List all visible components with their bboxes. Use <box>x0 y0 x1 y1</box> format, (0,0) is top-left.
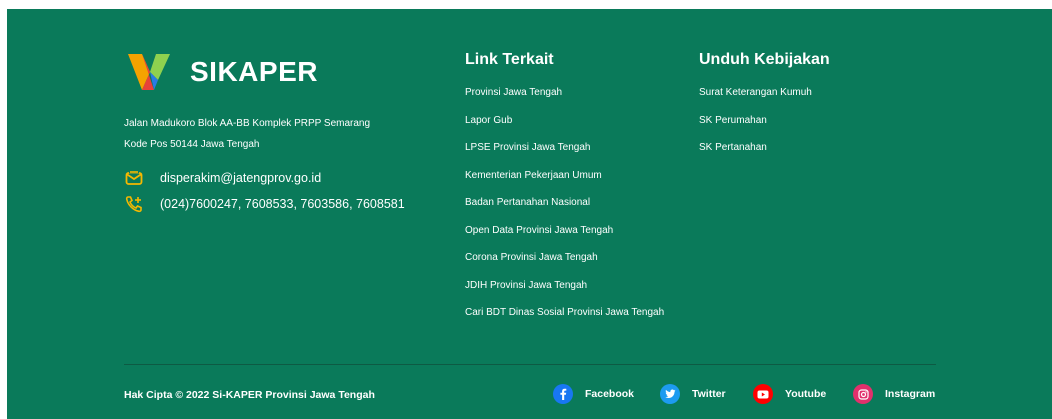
link-terkait-link[interactable]: Provinsi Jawa Tengah <box>465 87 562 98</box>
social-label: Youtube <box>785 388 827 400</box>
email-icon <box>124 168 144 188</box>
list-item: JDIH Provinsi Jawa Tengah <box>465 280 664 308</box>
list-item: LPSE Provinsi Jawa Tengah <box>465 142 664 170</box>
list-item: Lapor Gub <box>465 115 664 143</box>
link-terkait-title: Link Terkait <box>465 51 554 68</box>
phone-text: (024)7600247, 7608533, 7603586, 7608581 <box>160 197 405 211</box>
copyright: Hak Cipta © 2022 Si-KAPER Provinsi Jawa … <box>124 389 375 401</box>
social-facebook[interactable]: Facebook <box>553 384 634 404</box>
unduh-kebijakan-link[interactable]: SK Perumahan <box>699 115 767 126</box>
unduh-kebijakan-list: Surat Keterangan Kumuh SK Perumahan SK Per… <box>699 87 812 170</box>
unduh-kebijakan-title: Unduh Kebijakan <box>699 51 830 68</box>
address-line-1: Jalan Madukoro Blok AA-BB Komplek PRPP S… <box>124 118 371 129</box>
link-terkait-link[interactable]: Lapor Gub <box>465 115 512 126</box>
footer-divider <box>124 364 936 365</box>
unduh-kebijakan-link[interactable]: Surat Keterangan Kumuh <box>699 87 812 98</box>
sikaper-logo-icon <box>128 54 170 90</box>
link-terkait-link[interactable]: LPSE Provinsi Jawa Tengah <box>465 142 590 153</box>
brand[interactable]: SIKAPER <box>124 50 318 94</box>
list-item: Corona Provinsi Jawa Tengah <box>465 252 664 280</box>
list-item: SK Pertanahan <box>699 142 812 170</box>
link-terkait-link[interactable]: Badan Pertanahan Nasional <box>465 197 590 208</box>
address: Jalan Madukoro Blok AA-BB Komplek PRPP S… <box>124 113 370 155</box>
link-terkait-link[interactable]: Cari BDT Dinas Sosial Provinsi Jawa Teng… <box>465 307 664 318</box>
social-twitter[interactable]: Twitter <box>660 384 726 404</box>
contact-phone[interactable]: (024)7600247, 7608533, 7603586, 7608581 <box>124 194 405 214</box>
social-label: Facebook <box>585 388 635 400</box>
list-item: Open Data Provinsi Jawa Tengah <box>465 225 664 253</box>
list-item: SK Perumahan <box>699 115 812 143</box>
social-instagram[interactable]: Instagram <box>853 384 935 404</box>
footer: SIKAPER Jalan Madukoro Blok AA-BB Komple… <box>7 9 1052 419</box>
list-item: Badan Pertanahan Nasional <box>465 197 664 225</box>
unduh-kebijakan-link[interactable]: SK Pertanahan <box>699 142 767 153</box>
social-youtube[interactable]: Youtube <box>753 384 826 404</box>
link-terkait-link[interactable]: Open Data Provinsi Jawa Tengah <box>465 225 613 236</box>
twitter-icon <box>660 384 680 404</box>
address-line-2: Kode Pos 50144 Jawa Tengah <box>124 139 260 150</box>
social-label: Twitter <box>692 388 726 400</box>
link-terkait-list: Provinsi Jawa Tengah Lapor Gub LPSE Provin… <box>465 87 664 335</box>
brand-name: SIKAPER <box>190 56 318 87</box>
phone-icon <box>124 194 144 214</box>
facebook-icon <box>553 384 573 404</box>
list-item: Kementerian Pekerjaan Umum <box>465 170 664 198</box>
list-item: Surat Keterangan Kumuh <box>699 87 812 115</box>
youtube-icon <box>753 384 773 404</box>
list-item: Cari BDT Dinas Sosial Provinsi Jawa Teng… <box>465 307 664 335</box>
link-terkait-link[interactable]: JDIH Provinsi Jawa Tengah <box>465 280 587 291</box>
social-label: Instagram <box>885 388 936 400</box>
link-terkait-link[interactable]: Kementerian Pekerjaan Umum <box>465 170 602 181</box>
email-text: disperakim@jatengprov.go.id <box>160 171 322 185</box>
list-item: Provinsi Jawa Tengah <box>465 87 664 115</box>
link-terkait-link[interactable]: Corona Provinsi Jawa Tengah <box>465 252 598 263</box>
instagram-icon <box>853 384 873 404</box>
contact-email[interactable]: disperakim@jatengprov.go.id <box>124 168 321 188</box>
